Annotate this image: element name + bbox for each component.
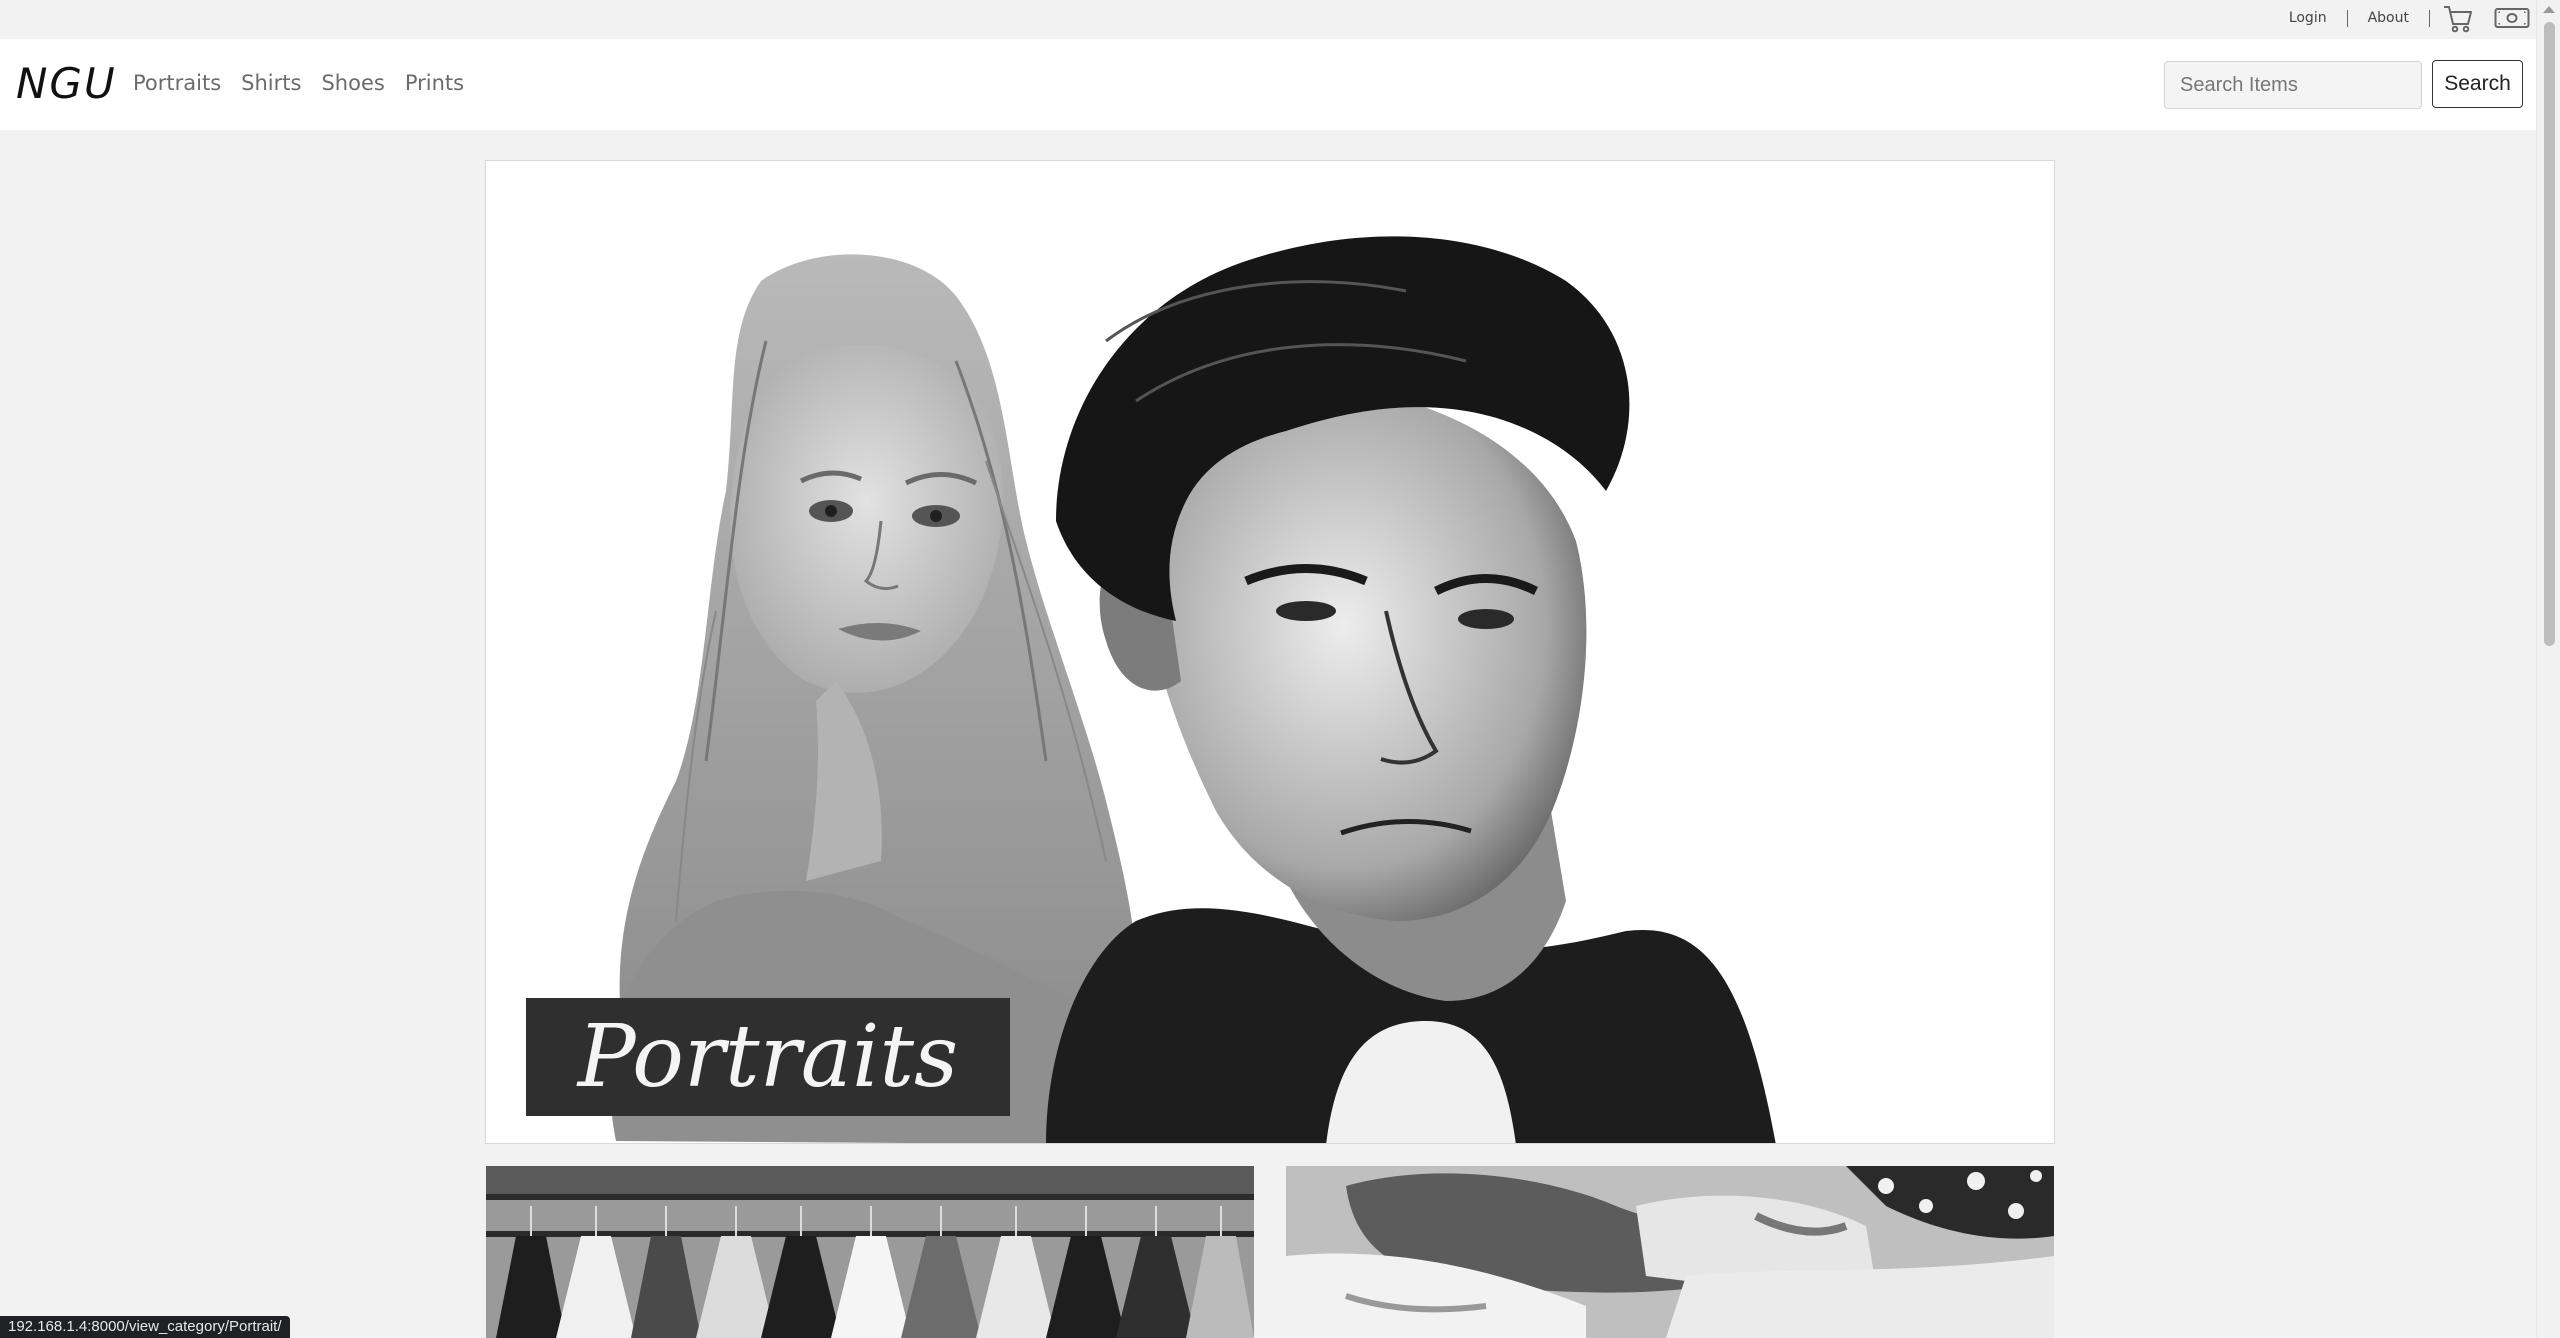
main-navbar: NGU Portraits Shirts Shoes Prints Search bbox=[0, 39, 2536, 130]
portrait-sketch-image bbox=[610, 236, 1776, 1143]
money-icon[interactable] bbox=[2494, 7, 2530, 29]
cart-icon[interactable] bbox=[2442, 4, 2474, 34]
brand-logo[interactable]: NGU bbox=[16, 59, 117, 108]
nav-link-shirts[interactable]: Shirts bbox=[241, 71, 301, 95]
portraits-hero-card[interactable]: Portraits bbox=[485, 160, 2055, 1144]
scroll-up-arrow-icon[interactable] bbox=[2543, 6, 2555, 13]
divider bbox=[2346, 9, 2348, 27]
nav-link-shoes[interactable]: Shoes bbox=[321, 71, 384, 95]
shirts-rack-image bbox=[486, 1166, 1254, 1338]
nav-link-prints[interactable]: Prints bbox=[405, 71, 464, 95]
hero-category-label[interactable]: Portraits bbox=[526, 998, 1010, 1116]
utility-bar: Login About bbox=[0, 0, 2560, 39]
nav-link-portraits[interactable]: Portraits bbox=[133, 71, 221, 95]
divider bbox=[2429, 9, 2430, 27]
shoes-category-tile[interactable] bbox=[1286, 1166, 2054, 1338]
scrollbar-thumb[interactable] bbox=[2544, 22, 2555, 646]
page-scrollbar[interactable] bbox=[2536, 0, 2560, 1338]
about-link[interactable]: About bbox=[2368, 10, 2409, 26]
category-nav: Portraits Shirts Shoes Prints bbox=[133, 71, 464, 95]
utility-links: Login About bbox=[2289, 0, 2450, 36]
search-input[interactable] bbox=[2164, 61, 2422, 109]
shoes-pile-image bbox=[1286, 1166, 2054, 1338]
shirts-category-tile[interactable] bbox=[486, 1166, 1254, 1338]
login-link[interactable]: Login bbox=[2289, 10, 2327, 26]
status-url-bar: 192.168.1.4:8000/view_category/Portrait/ bbox=[0, 1316, 290, 1338]
search-button[interactable]: Search bbox=[2432, 60, 2523, 108]
